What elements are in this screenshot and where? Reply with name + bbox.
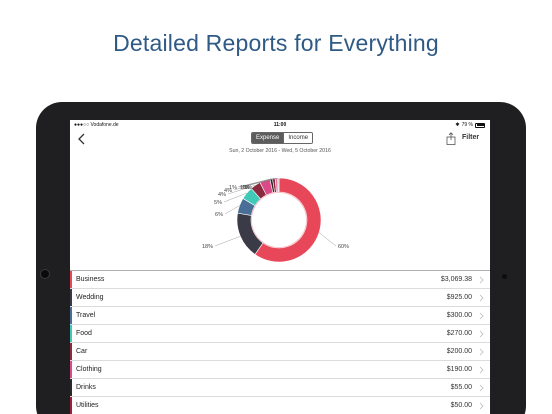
category-amount: $50.00 — [450, 402, 472, 409]
category-name: Wedding — [76, 294, 104, 301]
chevron-right-icon — [479, 402, 484, 410]
chevron-right-icon — [479, 294, 484, 302]
battery-percent: 79 % — [461, 122, 473, 128]
slice-percent-label: 5% — [214, 200, 222, 206]
filter-button[interactable]: Filter — [462, 134, 479, 141]
category-color-marker — [70, 361, 72, 378]
chevron-right-icon — [479, 312, 484, 320]
segment-income[interactable]: Income — [283, 133, 313, 143]
expense-donut-chart: 60%18%6%5%4%4%1% 1%1%1% — [202, 177, 349, 263]
category-name: Utilities — [76, 402, 99, 409]
segment-expense[interactable]: Expense — [252, 133, 284, 143]
chevron-right-icon — [479, 384, 484, 392]
slice-percent-label: 18% — [202, 244, 213, 250]
leader-line — [318, 232, 337, 247]
category-row[interactable]: Clothing $190.00 — [70, 361, 490, 379]
category-amount: $270.00 — [446, 330, 472, 337]
status-bar: ●●●○○ Vodafone.de 11:00 ✱ 79 % — [70, 120, 490, 130]
bluetooth-icon: ✱ — [455, 122, 460, 128]
chevron-right-icon — [479, 330, 484, 338]
type-segmented-control: Expense Income — [251, 132, 314, 144]
category-amount: $190.00 — [446, 366, 472, 373]
camera-icon — [502, 274, 507, 279]
slice-percent-label: 1% — [244, 185, 252, 191]
status-right: ✱ 79 % — [455, 120, 485, 130]
date-range: Sun, 2 October 2016 - Wed, 5 October 201… — [229, 148, 331, 154]
category-color-marker — [70, 343, 72, 360]
slice-percent-label: 6% — [215, 212, 223, 218]
share-icon[interactable] — [446, 132, 456, 145]
category-color-marker — [70, 271, 72, 288]
category-name: Car — [76, 348, 88, 355]
chevron-right-icon — [479, 366, 484, 374]
category-color-marker — [70, 325, 72, 342]
category-row[interactable]: Utilities $50.00 — [70, 397, 490, 414]
chevron-right-icon — [479, 276, 484, 284]
category-name: Business — [76, 276, 105, 283]
category-name: Drinks — [76, 384, 96, 391]
category-amount: $3,069.38 — [440, 276, 472, 283]
category-color-marker — [70, 289, 72, 306]
status-time: 11:00 — [273, 122, 287, 128]
app-screen: ●●●○○ Vodafone.de 11:00 ✱ 79 % Expense I… — [70, 120, 490, 414]
battery-icon — [475, 122, 485, 128]
donut-slice-other[interactable] — [277, 177, 280, 193]
category-name: Clothing — [76, 366, 102, 373]
nav-bar: Expense Income Filter — [70, 130, 490, 148]
chevron-right-icon — [479, 348, 484, 356]
slice-percent-label: 60% — [338, 244, 349, 250]
category-row[interactable]: Drinks $55.00 — [70, 379, 490, 397]
home-button[interactable] — [40, 269, 50, 279]
category-color-marker — [70, 307, 72, 324]
donut-hole — [251, 192, 307, 248]
category-row[interactable]: Wedding $925.00 — [70, 289, 490, 307]
category-name: Travel — [76, 312, 96, 319]
category-list: Business $3,069.38 Wedding $925.00 Travel $30… — [70, 270, 490, 414]
category-name: Food — [76, 330, 92, 337]
back-chevron-icon[interactable] — [76, 132, 88, 146]
category-row[interactable]: Business $3,069.38 — [70, 271, 490, 289]
category-color-marker — [70, 397, 72, 414]
slice-percent-label: 1% — [229, 185, 237, 191]
category-color-marker — [70, 379, 72, 396]
category-row[interactable]: Travel $300.00 — [70, 307, 490, 325]
category-amount: $925.00 — [446, 294, 472, 301]
category-amount: $55.00 — [450, 384, 472, 391]
leader-line — [214, 236, 241, 247]
category-amount: $200.00 — [446, 348, 472, 355]
headline: Detailed Reports for Everything — [113, 30, 439, 56]
category-row[interactable]: Car $200.00 — [70, 343, 490, 361]
category-row[interactable]: Food $270.00 — [70, 325, 490, 343]
category-amount: $300.00 — [446, 312, 472, 319]
